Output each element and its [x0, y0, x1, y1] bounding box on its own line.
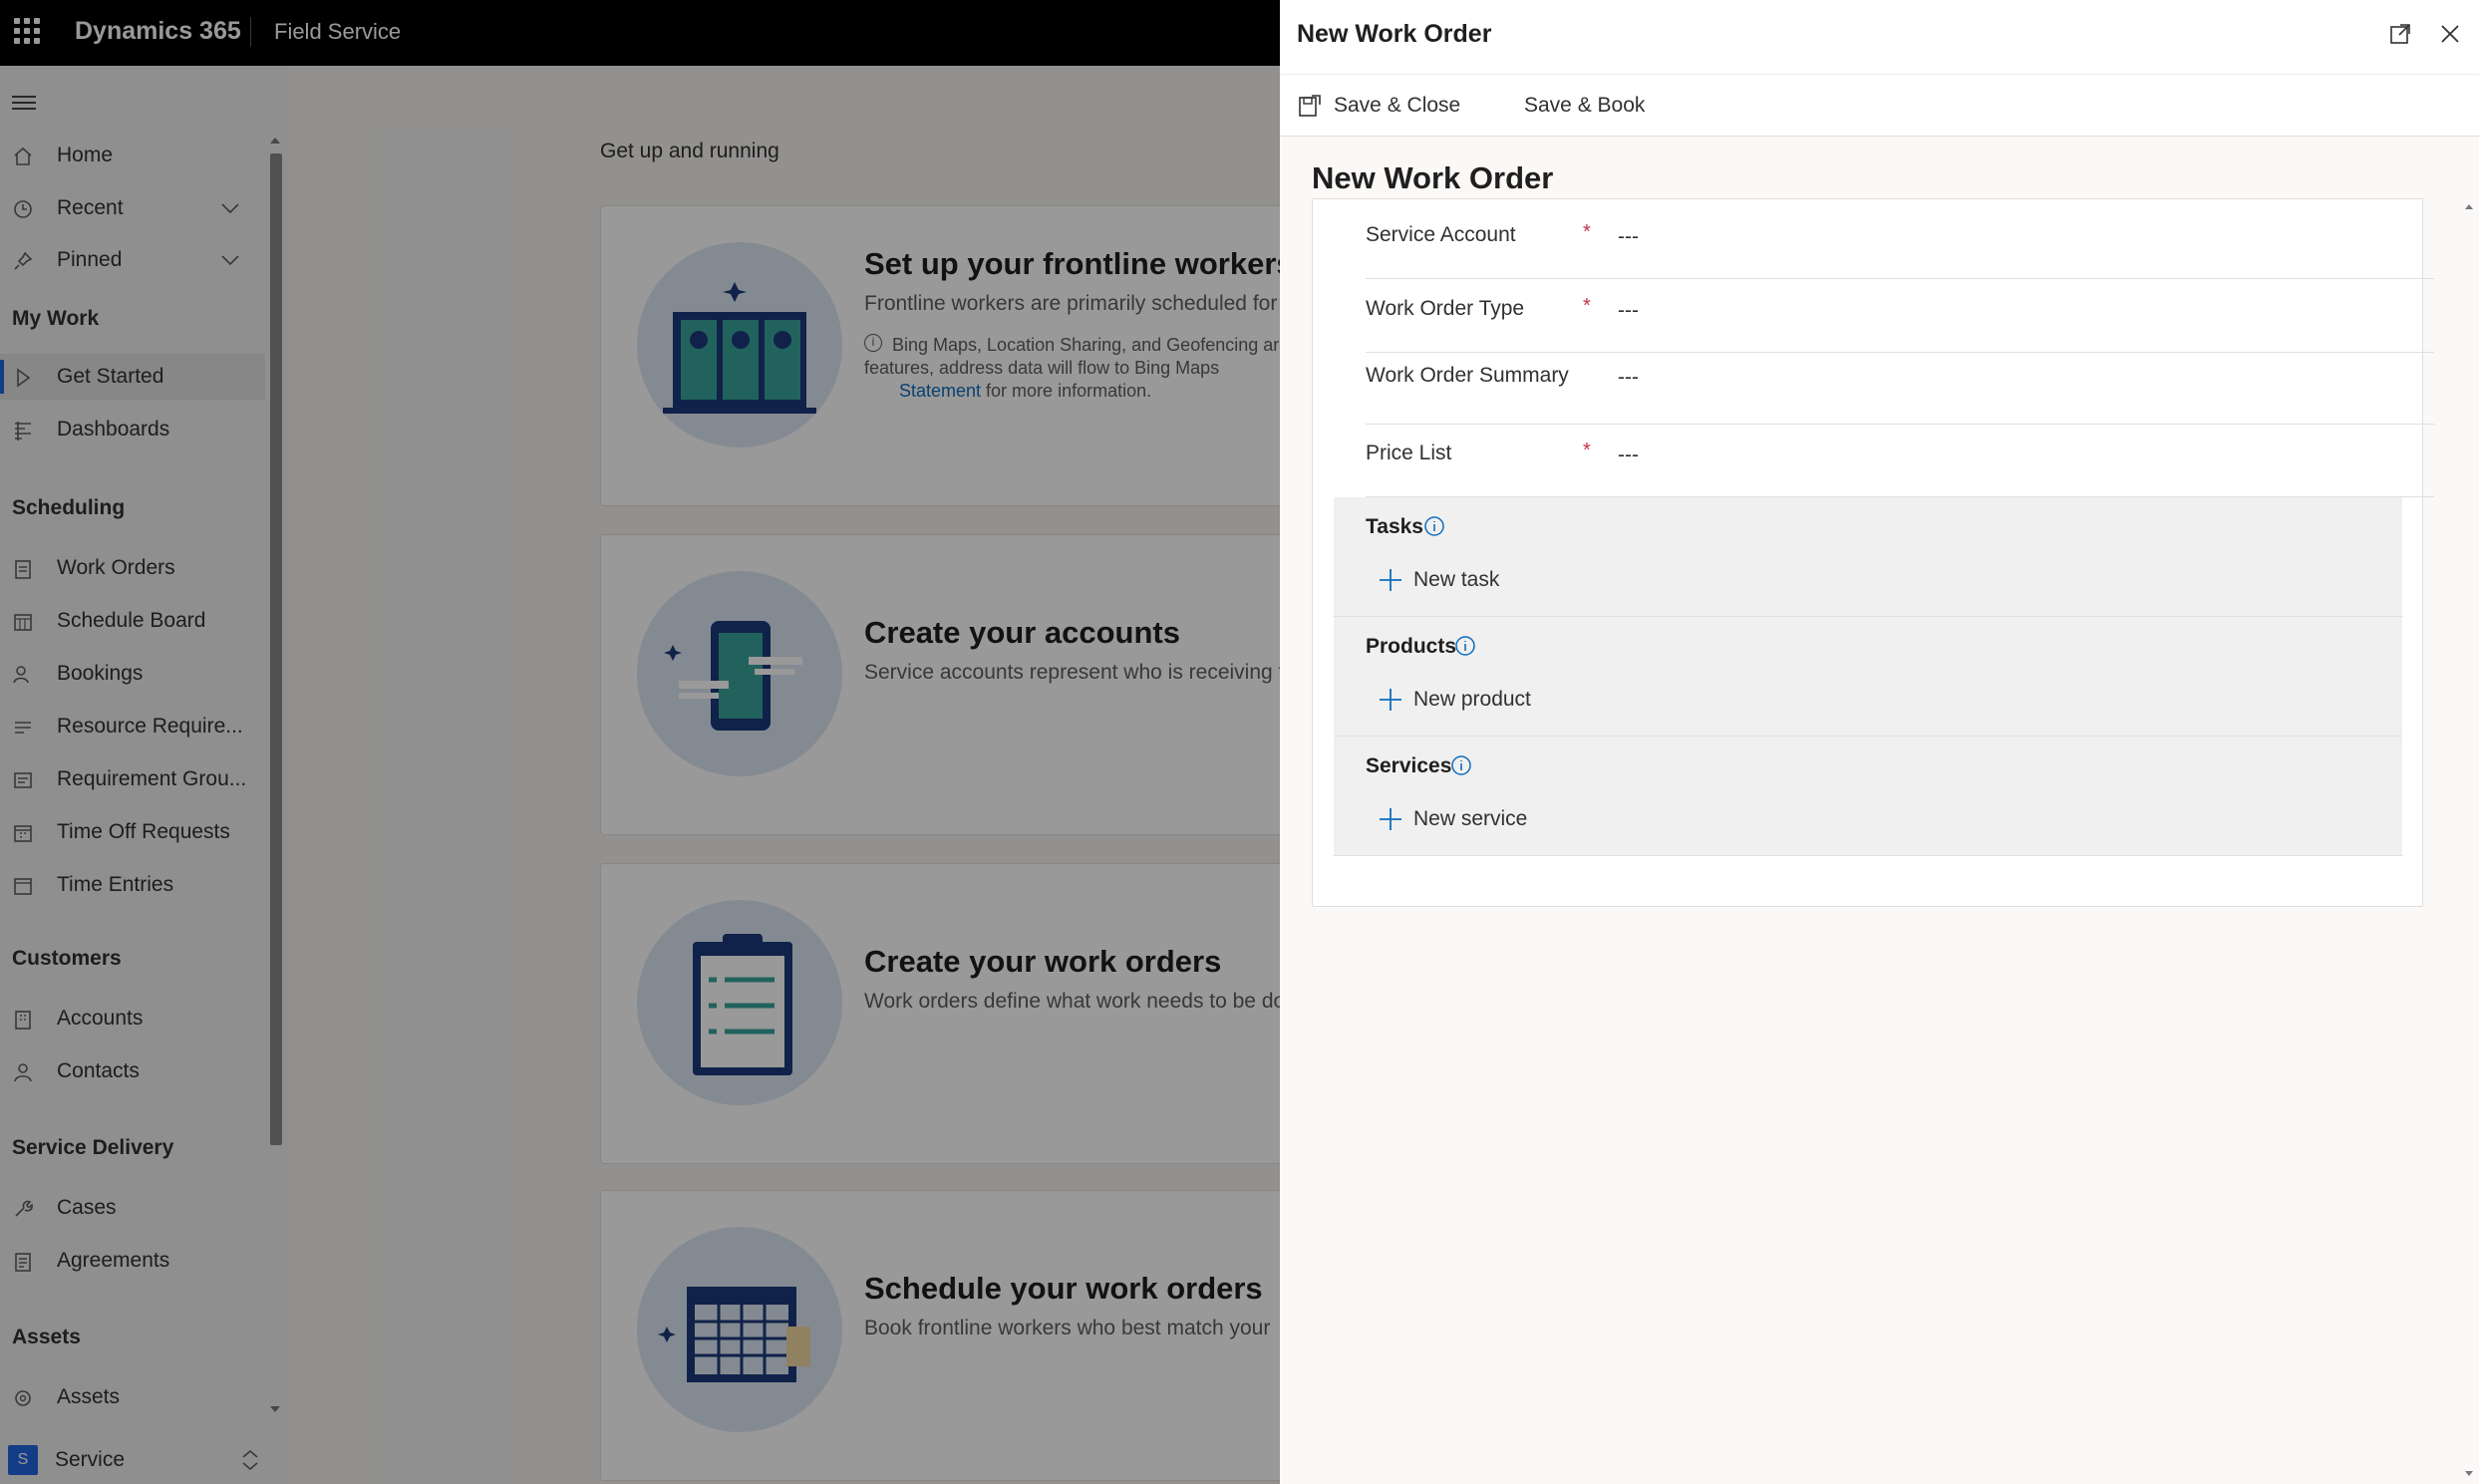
plus-icon	[1380, 569, 1401, 591]
new-service-label: New service	[1413, 807, 1528, 830]
modal-overlay[interactable]	[0, 0, 1280, 1484]
info-icon[interactable]	[1454, 635, 1476, 657]
save-close-label: Save & Close	[1334, 94, 1461, 117]
service-account-lookup[interactable]: ---	[1618, 225, 1639, 249]
panel-header: New Work Order	[1280, 0, 2479, 75]
work-order-summary-input[interactable]: ---	[1618, 366, 1639, 390]
save-close-icon	[1299, 95, 1321, 117]
subgrid-tasks: Tasks New task	[1334, 497, 2402, 617]
subgrid-title: Products	[1366, 635, 1457, 658]
form-card: Service Account * --- Work Order Type * …	[1312, 198, 2434, 907]
new-task-label: New task	[1413, 568, 1500, 591]
field-label: Work Order Summary	[1366, 364, 1569, 387]
field-work-order-summary[interactable]: Work Order Summary ---	[1366, 353, 2434, 425]
command-bar: Save & Close Save & Book	[1280, 75, 2479, 137]
new-service-button[interactable]: New service	[1378, 804, 1527, 834]
field-label: Price List	[1366, 442, 1452, 464]
new-task-button[interactable]: New task	[1378, 565, 1499, 595]
form-title: New Work Order	[1312, 160, 1554, 195]
save-book-button[interactable]: Save & Book	[1524, 91, 1645, 121]
required-indicator: *	[1583, 440, 1591, 461]
required-indicator: *	[1583, 295, 1591, 317]
required-indicator: *	[1583, 221, 1591, 243]
field-service-account[interactable]: Service Account * ---	[1366, 199, 2434, 279]
subgrid-products: Products New product	[1334, 617, 2402, 737]
close-icon[interactable]	[2438, 22, 2462, 46]
new-product-label: New product	[1413, 688, 1531, 711]
field-price-list[interactable]: Price List * ---	[1366, 425, 2434, 497]
price-list-lookup[interactable]: ---	[1618, 444, 1639, 467]
field-work-order-type[interactable]: Work Order Type * ---	[1366, 279, 2434, 353]
field-label: Service Account	[1366, 223, 1516, 246]
save-book-label: Save & Book	[1524, 94, 1646, 117]
info-icon[interactable]	[1450, 754, 1472, 776]
plus-icon	[1380, 808, 1401, 830]
open-in-new-window-icon[interactable]	[2388, 22, 2412, 46]
field-label: Work Order Type	[1366, 297, 1525, 320]
work-order-type-lookup[interactable]: ---	[1618, 299, 1639, 323]
subgrid-title: Services	[1366, 754, 1452, 777]
subgrid-title: Tasks	[1366, 515, 1423, 538]
new-work-order-panel: New Work Order Save & Close Save & Book …	[1280, 0, 2479, 1484]
info-icon[interactable]	[1423, 515, 1445, 537]
plus-icon	[1380, 689, 1401, 711]
new-product-button[interactable]: New product	[1378, 685, 1531, 715]
panel-title: New Work Order	[1297, 20, 1492, 48]
panel-scrollbar[interactable]	[2462, 199, 2476, 1484]
save-close-button[interactable]: Save & Close	[1298, 91, 1460, 121]
subgrid-services: Services New service	[1334, 737, 2402, 856]
